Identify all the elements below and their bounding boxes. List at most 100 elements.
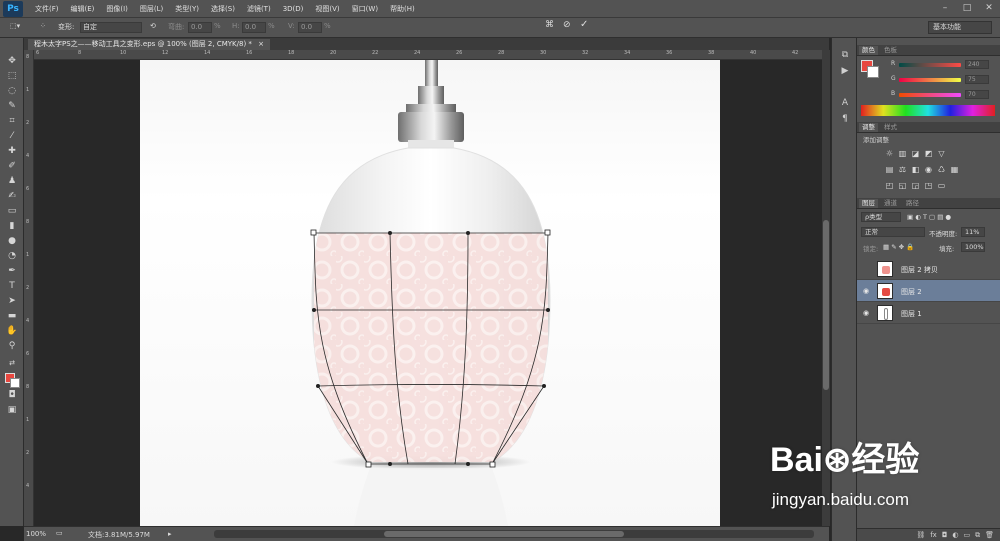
visibility-toggle[interactable] xyxy=(862,265,870,273)
stamp-tool-icon[interactable]: ♟ xyxy=(6,176,18,187)
swap-colors-icon[interactable]: ⇄ xyxy=(6,358,18,369)
tab-paths[interactable]: 路径 xyxy=(903,199,922,208)
color-balance-icon[interactable]: ⚖ xyxy=(898,165,907,174)
menu-select[interactable]: 选择(S) xyxy=(211,4,235,14)
maximize-icon[interactable]: □ xyxy=(960,2,974,14)
commit-transform-icon[interactable]: ✓ xyxy=(580,19,588,30)
tab-styles[interactable]: 样式 xyxy=(881,123,900,132)
tab-layers[interactable]: 图层 xyxy=(859,199,878,208)
menu-3d[interactable]: 3D(D) xyxy=(283,5,304,13)
reference-point-icon[interactable]: ⁘ xyxy=(40,22,46,30)
layer-name[interactable]: 图层 1 xyxy=(901,309,922,319)
blend-mode-select[interactable]: 正常 xyxy=(861,227,925,237)
screen-mode-icon[interactable]: ▣ xyxy=(6,405,18,416)
eye-icon[interactable]: ◉ xyxy=(862,309,870,317)
menu-help[interactable]: 帮助(H) xyxy=(390,4,415,14)
exposure-icon[interactable]: ◩ xyxy=(924,149,933,158)
delete-layer-icon[interactable]: 🗑 xyxy=(985,531,994,541)
quick-mask-icon[interactable]: ◘ xyxy=(6,390,18,401)
photo-filter-icon[interactable]: ◉ xyxy=(924,165,933,174)
new-group-icon[interactable]: ▭ xyxy=(963,531,970,541)
hue-saturation-icon[interactable]: ▤ xyxy=(885,165,894,174)
transform-select[interactable]: 自定 xyxy=(80,22,142,33)
cancel-transform-icon[interactable]: ⊘ xyxy=(563,20,571,30)
selective-color-icon[interactable]: ◳ xyxy=(924,181,933,190)
invert-icon[interactable]: ◰ xyxy=(885,181,894,190)
workspace-select[interactable]: 基本功能 xyxy=(928,21,992,34)
crop-tool-icon[interactable]: ⌗ xyxy=(6,116,18,127)
channel-mixer-icon[interactable]: ♺ xyxy=(937,165,946,174)
actions-panel-icon[interactable]: ▶ xyxy=(839,66,851,77)
layer-filter-icons[interactable]: ▣ ◐ T ▢ ▤ ● xyxy=(907,213,951,221)
path-select-tool-icon[interactable]: ➤ xyxy=(6,296,18,307)
eye-icon[interactable]: ◉ xyxy=(862,287,870,295)
menu-layer[interactable]: 图层(L) xyxy=(140,4,163,14)
fx-icon[interactable]: fx xyxy=(930,531,937,541)
h-field[interactable]: 0.0 xyxy=(242,22,266,33)
slider-r[interactable]: R 240 xyxy=(891,60,995,70)
menu-window[interactable]: 窗口(W) xyxy=(352,4,378,14)
healing-tool-icon[interactable]: ✚ xyxy=(6,146,18,157)
tab-swatches[interactable]: 色板 xyxy=(881,46,900,55)
menu-view[interactable]: 视图(V) xyxy=(315,4,339,14)
orientation-icon[interactable]: ⟲ xyxy=(150,22,156,30)
document-tab[interactable]: 程木太字PS之——移动工具之变形.eps @ 100% (图层 2, CMYK/… xyxy=(28,39,271,50)
layer-row[interactable]: ◉ 图层 1 xyxy=(857,302,1000,324)
link-layers-icon[interactable]: ⛓ xyxy=(916,531,925,541)
lasso-tool-icon[interactable]: ◌ xyxy=(6,86,18,97)
slider-g-track[interactable] xyxy=(899,78,961,82)
menu-file[interactable]: 文件(F) xyxy=(35,4,59,14)
layer-row[interactable]: 图层 2 拷贝 xyxy=(857,258,1000,280)
quick-select-tool-icon[interactable]: ✎ xyxy=(6,101,18,112)
new-layer-icon[interactable]: ⧉ xyxy=(975,531,980,541)
opacity-field[interactable]: 11% xyxy=(961,227,985,237)
fill-field[interactable]: 100% xyxy=(961,242,985,252)
v-field[interactable]: 0.0 xyxy=(298,22,322,33)
layer-filter-select[interactable]: ρ类型 xyxy=(861,212,901,222)
slider-g[interactable]: G 75 xyxy=(891,75,995,85)
slider-b-value[interactable]: 70 xyxy=(965,90,989,99)
tab-color[interactable]: 颜色 xyxy=(859,46,878,55)
close-icon[interactable]: ✕ xyxy=(982,2,996,14)
background-color-swatch[interactable] xyxy=(10,378,20,388)
layer-row[interactable]: ◉ 图层 2 xyxy=(857,280,1000,302)
zoom-tool-icon[interactable]: ⚲ xyxy=(6,341,18,352)
threshold-icon[interactable]: ◲ xyxy=(911,181,920,190)
brightness-icon[interactable]: ☼ xyxy=(885,149,894,158)
lock-icons[interactable]: ▦ ✎ ✥ 🔒 xyxy=(883,243,914,251)
vibrance-icon[interactable]: ▽ xyxy=(937,149,946,158)
vertical-scroll-thumb[interactable] xyxy=(823,220,829,390)
slider-g-value[interactable]: 75 xyxy=(965,75,989,84)
eraser-tool-icon[interactable]: ▭ xyxy=(6,206,18,217)
menu-type[interactable]: 类型(Y) xyxy=(175,4,199,14)
tab-close-icon[interactable]: × xyxy=(258,40,264,48)
add-mask-icon[interactable]: ◘ xyxy=(942,531,948,541)
marquee-tool-icon[interactable]: ⬚ xyxy=(6,71,18,82)
warp-toggle-icon[interactable]: ⌘ xyxy=(545,20,554,30)
status-info-icon[interactable]: ▭ xyxy=(56,529,63,537)
layer-name[interactable]: 图层 2 拷贝 xyxy=(901,265,938,275)
tab-channels[interactable]: 通道 xyxy=(881,199,900,208)
zoom-level[interactable]: 100% xyxy=(26,530,46,538)
bend-field[interactable]: 0.0 xyxy=(188,22,212,33)
gradient-map-icon[interactable]: ▭ xyxy=(937,181,946,190)
blur-tool-icon[interactable]: ● xyxy=(6,236,18,247)
color-spectrum[interactable] xyxy=(861,105,995,116)
slider-b-track[interactable] xyxy=(899,93,961,97)
gradient-tool-icon[interactable]: ▮ xyxy=(6,221,18,232)
history-panel-icon[interactable]: ⧉ xyxy=(839,50,851,61)
horizontal-scrollbar[interactable] xyxy=(214,530,814,538)
color-lookup-icon[interactable]: ▦ xyxy=(950,165,959,174)
tab-adjustments[interactable]: 调整 xyxy=(859,123,878,132)
hand-tool-icon[interactable]: ✋ xyxy=(6,326,18,337)
layer-name[interactable]: 图层 2 xyxy=(901,287,922,297)
menu-image[interactable]: 图像(I) xyxy=(106,4,128,14)
shape-tool-icon[interactable]: ▬ xyxy=(6,311,18,322)
pen-tool-icon[interactable]: ✒ xyxy=(6,266,18,277)
posterize-icon[interactable]: ◱ xyxy=(898,181,907,190)
history-brush-tool-icon[interactable]: ✍ xyxy=(6,191,18,202)
status-menu-icon[interactable]: ▸ xyxy=(168,530,172,538)
document-canvas[interactable] xyxy=(140,60,720,526)
black-white-icon[interactable]: ◧ xyxy=(911,165,920,174)
type-tool-icon[interactable]: T xyxy=(6,281,18,292)
